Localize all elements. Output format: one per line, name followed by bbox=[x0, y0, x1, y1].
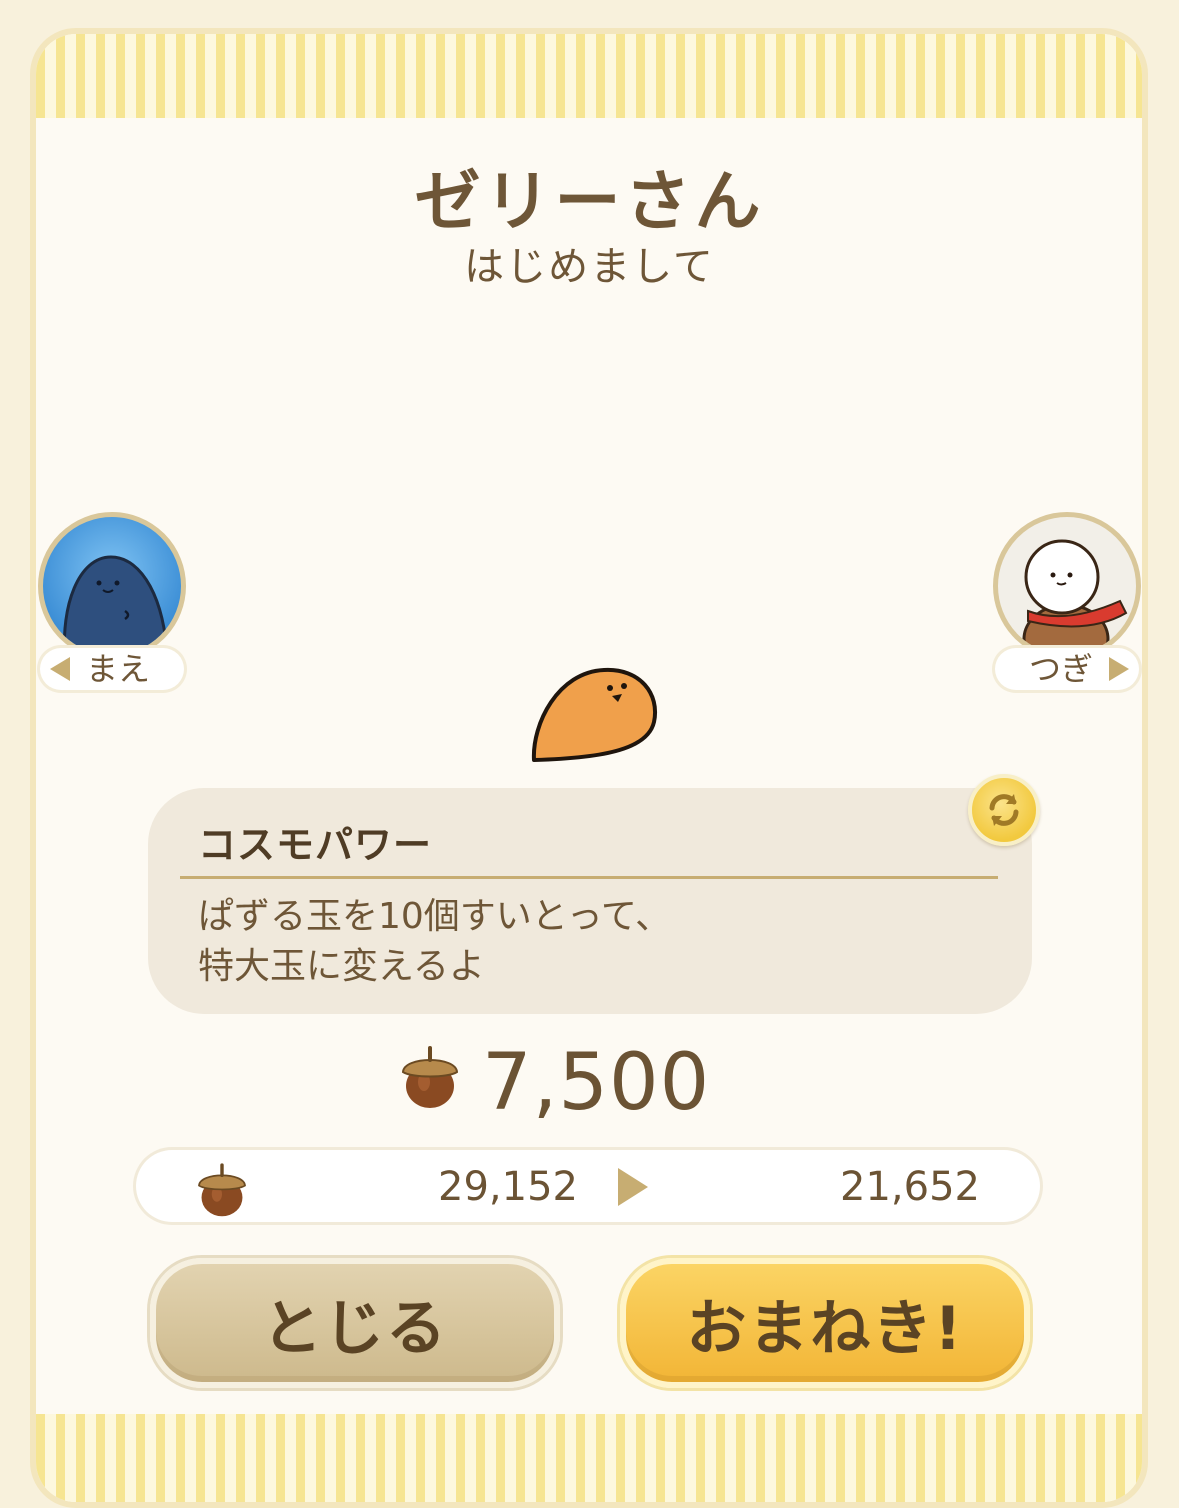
price-value: 7,500 bbox=[482, 1038, 711, 1128]
refresh-button[interactable] bbox=[968, 774, 1040, 846]
next-label: つぎ bbox=[1029, 650, 1094, 688]
arrow-left-icon bbox=[50, 657, 70, 681]
balance-after-purchase: 21,652 bbox=[840, 1164, 980, 1210]
invite-button[interactable]: おまねき! bbox=[620, 1258, 1030, 1388]
balance-bar: 29,152 21,652 bbox=[136, 1150, 1040, 1222]
skill-description-line2: 特大玉に変えるよ bbox=[198, 946, 485, 987]
refresh-icon bbox=[989, 794, 1019, 826]
next-button[interactable]: つぎ bbox=[995, 648, 1139, 690]
top-stripe-border bbox=[36, 34, 1142, 118]
acorn-icon bbox=[198, 1163, 246, 1217]
prev-button[interactable]: まえ bbox=[40, 648, 184, 690]
skill-divider bbox=[180, 876, 998, 879]
price-display: 7,500 bbox=[400, 1034, 800, 1134]
character-name-title: ゼリーさん bbox=[414, 163, 765, 240]
main-character bbox=[528, 664, 662, 770]
skill-description: ぱずる玉を10個すいとって、 特大玉に変えるよ bbox=[198, 892, 671, 992]
snowman-character-icon bbox=[1022, 539, 1128, 655]
blue-blob-character-icon bbox=[62, 555, 169, 655]
skill-name: コスモパワー bbox=[198, 823, 433, 867]
arrow-right-icon bbox=[1109, 657, 1129, 681]
prev-label: まえ bbox=[86, 650, 151, 688]
arrow-right-icon bbox=[618, 1168, 648, 1206]
acorn-icon bbox=[401, 1046, 459, 1108]
current-balance: 29,152 bbox=[438, 1164, 578, 1210]
skill-info-box: コスモパワー ぱずる玉を10個すいとって、 特大玉に変えるよ bbox=[148, 788, 1032, 1014]
skill-description-line1: ぱずる玉を10個すいとって、 bbox=[198, 896, 672, 937]
prev-character-avatar[interactable] bbox=[38, 512, 186, 660]
character-subtitle: はじめまして bbox=[464, 244, 715, 290]
next-character-avatar[interactable] bbox=[993, 512, 1141, 660]
bottom-stripe-border bbox=[36, 1414, 1142, 1502]
close-button[interactable]: とじる bbox=[150, 1258, 560, 1388]
orange-jelly-character-icon bbox=[531, 667, 658, 762]
